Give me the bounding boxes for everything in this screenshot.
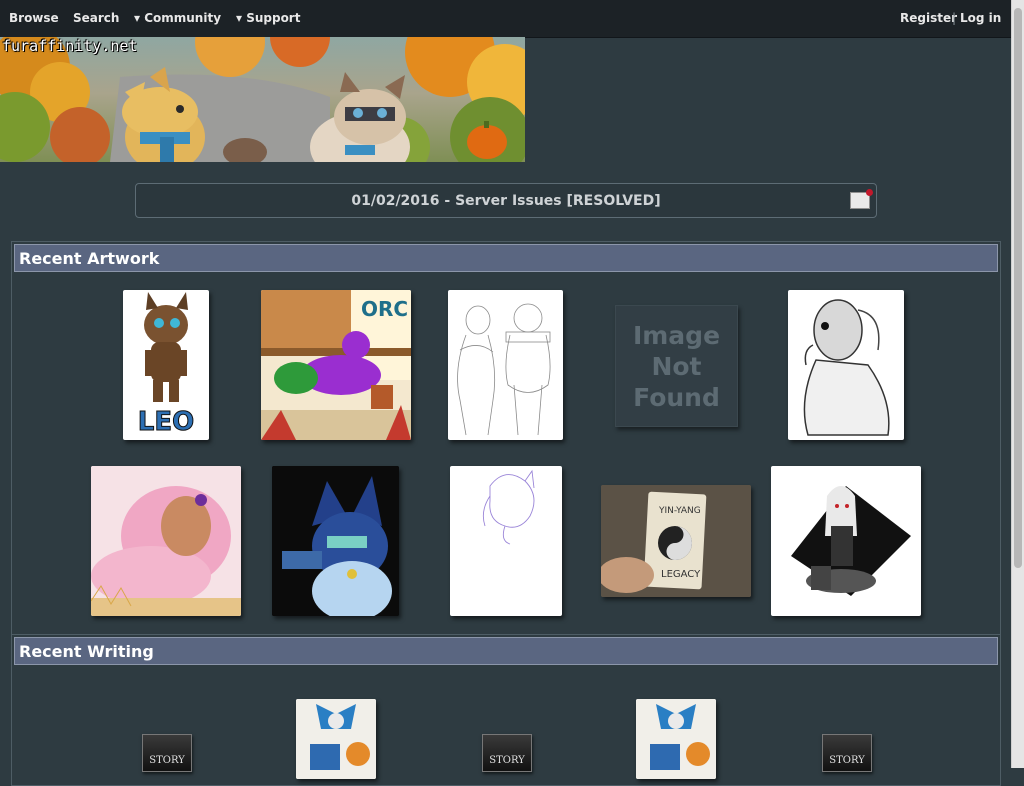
banner-illustration: [0, 37, 525, 162]
recent-writing-title: Recent Writing: [19, 642, 154, 661]
image-not-found-placeholder[interactable]: Image Not Found: [615, 305, 738, 427]
nav-community-menu[interactable]: ▾ Community: [134, 11, 221, 25]
artwork-image: [91, 466, 241, 616]
artwork-thumbnail[interactable]: [448, 290, 563, 440]
svg-text:ORC: ORC: [361, 297, 408, 321]
svg-text:LEO: LEO: [138, 407, 194, 437]
story-label: STORY: [829, 755, 865, 766]
artwork-thumbnail[interactable]: [272, 466, 399, 616]
not-found-line-2: Not: [651, 351, 702, 381]
story-thumbnail[interactable]: STORY: [142, 734, 192, 772]
not-found-line-3: Found: [633, 382, 720, 412]
artwork-thumbnail[interactable]: LEO: [123, 290, 209, 440]
artwork-image: LEO: [137, 292, 195, 438]
story-thumbnail[interactable]: STORY: [822, 734, 872, 772]
svg-text:YIN-YANG: YIN-YANG: [658, 506, 701, 516]
artwork-image: ORC: [261, 290, 411, 440]
artwork-image: [791, 486, 911, 596]
writing-image: [636, 699, 716, 779]
artwork-image: [272, 466, 399, 616]
artwork-thumbnail[interactable]: [771, 466, 921, 616]
writing-thumbnail[interactable]: [636, 699, 716, 779]
artwork-thumbnail[interactable]: [450, 466, 562, 616]
scrollbar-thumb[interactable]: [1014, 8, 1022, 568]
recent-artwork-header: Recent Artwork: [14, 244, 998, 272]
nav-support-menu[interactable]: ▾ Support: [236, 11, 300, 25]
artwork-image: [803, 299, 890, 436]
not-found-line-1: Image: [632, 320, 721, 350]
artwork-thumbnail[interactable]: [91, 466, 241, 616]
artwork-image: [482, 469, 535, 545]
artwork-image: YIN-YANG LEGACY: [601, 485, 751, 597]
site-banner[interactable]: furaffinity.net: [0, 37, 525, 162]
register-link[interactable]: Register: [900, 11, 957, 25]
dismiss-notice-icon[interactable]: [850, 189, 873, 209]
story-thumbnail[interactable]: STORY: [482, 734, 532, 772]
artwork-image: [457, 303, 551, 436]
announcement-text[interactable]: 01/02/2016 - Server Issues [RESOLVED]: [136, 193, 876, 209]
artwork-thumbnail[interactable]: ORC: [261, 290, 411, 440]
nav-browse-link[interactable]: Browse: [9, 11, 59, 25]
writing-thumbnail[interactable]: [296, 699, 376, 779]
top-navigation-bar: Browse Search ▾ Community ▾ Support Regi…: [0, 0, 1011, 38]
page-scrollbar[interactable]: [1011, 0, 1024, 768]
login-link[interactable]: Log in: [960, 11, 1001, 25]
story-label: STORY: [149, 755, 185, 766]
recent-writing-header: Recent Writing: [14, 637, 998, 665]
story-label: STORY: [489, 755, 525, 766]
nav-separator: |: [952, 11, 957, 25]
artwork-thumbnail[interactable]: YIN-YANG LEGACY: [601, 485, 751, 597]
recent-artwork-title: Recent Artwork: [19, 249, 160, 268]
svg-text:LEGACY: LEGACY: [661, 569, 701, 580]
writing-image: [296, 699, 376, 779]
site-announcement[interactable]: 01/02/2016 - Server Issues [RESOLVED]: [135, 183, 877, 218]
site-logo-text[interactable]: furaffinity.net: [2, 37, 137, 55]
nav-search-link[interactable]: Search: [73, 11, 119, 25]
artwork-thumbnail[interactable]: [788, 290, 904, 440]
